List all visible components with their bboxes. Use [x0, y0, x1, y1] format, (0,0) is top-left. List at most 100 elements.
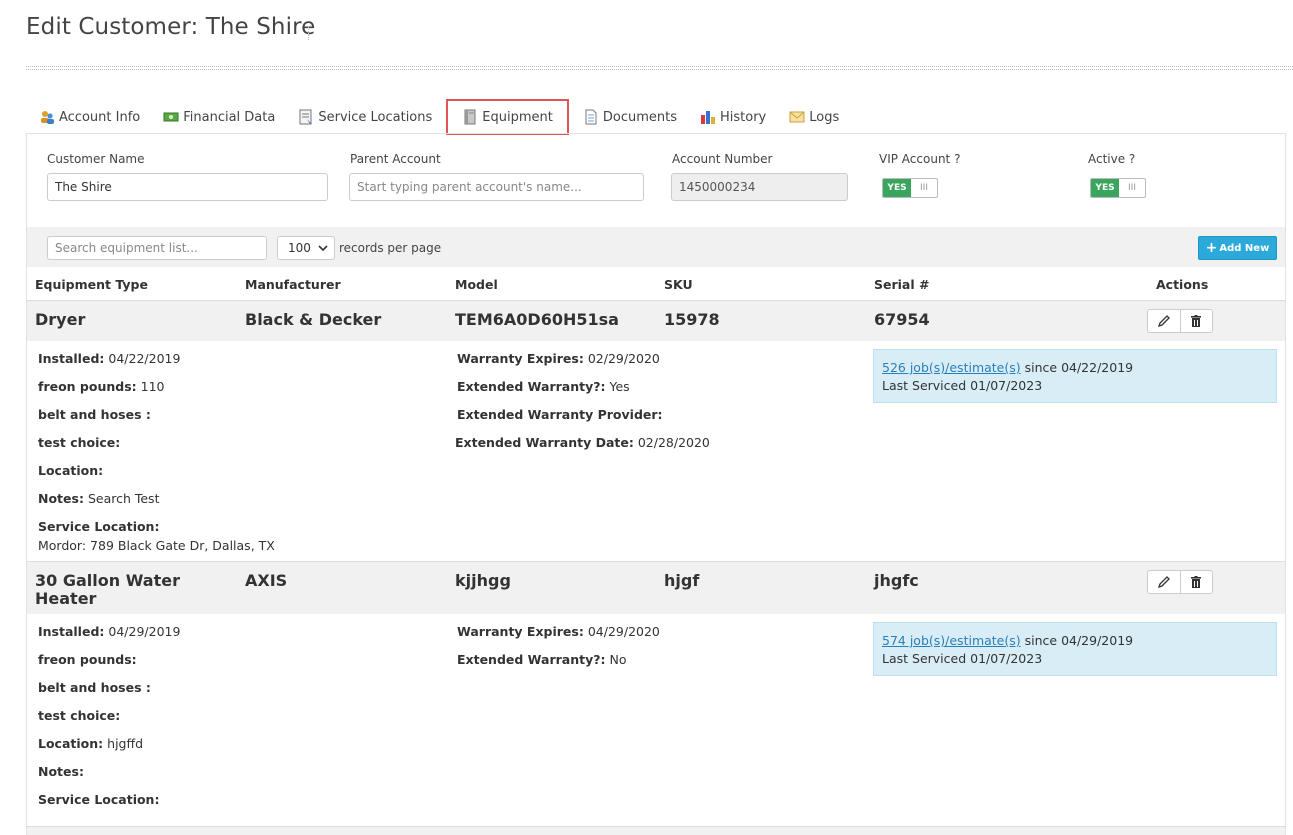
- toggle-handle-icon: III: [1128, 183, 1136, 193]
- account-number-field: [671, 173, 848, 201]
- equipment-sku: hjgf: [664, 571, 700, 590]
- column-header-model: Model: [455, 277, 498, 292]
- equipment-toolbar: 100 records per page + Add New: [27, 227, 1285, 267]
- toggle-on-text: YES: [1091, 179, 1119, 197]
- edit-button[interactable]: [1148, 571, 1180, 593]
- chevron-down-icon: [318, 242, 328, 257]
- tab-label: Equipment: [482, 109, 553, 125]
- tab-history[interactable]: History: [691, 100, 775, 134]
- jobs-since: since 04/29/2019: [1024, 633, 1134, 648]
- detail-extended-warranty-date: Extended Warranty Date: 02/28/2020: [455, 435, 710, 450]
- last-serviced: Last Serviced 01/07/2023: [882, 651, 1043, 666]
- equipment-manufacturer: Black & Decker: [245, 310, 382, 329]
- detail-belt-and-hoses: belt and hoses :: [38, 407, 151, 422]
- tab-account-info[interactable]: Account Info: [30, 100, 149, 134]
- column-header-actions: Actions: [1156, 277, 1209, 292]
- detail-installed: Installed: 04/29/2019: [38, 624, 181, 639]
- column-header-equipment-type: Equipment Type: [35, 277, 148, 292]
- tab-documents[interactable]: Documents: [574, 100, 686, 134]
- tab-equipment[interactable]: Equipment: [446, 99, 569, 135]
- detail-notes: Notes: Search Test: [38, 491, 160, 506]
- detail-service-location: Service Location:: [38, 792, 160, 807]
- tab-service-locations[interactable]: Service Locations: [289, 100, 441, 134]
- detail-installed: Installed: 04/22/2019: [38, 351, 181, 366]
- detail-freon-pounds: freon pounds:: [38, 652, 137, 667]
- tab-label: Account Info: [59, 109, 141, 125]
- detail-test-choice: test choice:: [38, 435, 121, 450]
- equipment-sku: 15978: [664, 310, 720, 329]
- customer-name-label: Customer Name: [47, 152, 145, 166]
- row-actions: [1147, 309, 1213, 333]
- users-icon: [39, 109, 55, 125]
- delete-button[interactable]: [1179, 571, 1213, 593]
- vip-account-label: VIP Account ?: [879, 152, 961, 166]
- book-icon: [462, 109, 478, 125]
- active-toggle[interactable]: YES III: [1090, 178, 1146, 198]
- title-divider: [26, 66, 1293, 70]
- add-new-label: Add New: [1219, 242, 1270, 254]
- jobs-estimates-link[interactable]: 574 job(s)/estimate(s): [882, 633, 1021, 648]
- equipment-model: kjjhgg: [455, 571, 511, 590]
- equipment-serial: 67954: [874, 310, 930, 329]
- bar-chart-icon: [700, 109, 716, 125]
- detail-location: Location: hjgffd: [38, 736, 144, 751]
- detail-belt-and-hoses: belt and hoses :: [38, 680, 151, 695]
- records-per-page-select[interactable]: 100: [277, 236, 335, 260]
- tab-label: Financial Data: [183, 109, 276, 125]
- equipment-row: 30 Gallon Water Heater AXIS kjjhgg hjgf j…: [27, 562, 1285, 614]
- equipment-serial: jhgfc: [874, 571, 919, 590]
- service-location-address: Mordor: 789 Black Gate Dr, Dallas, TX: [38, 538, 275, 553]
- equipment-row: Dryer Black & Decker TEM6A0D60H51sa 1597…: [27, 301, 1285, 341]
- equipment-model: TEM6A0D60H51sa: [455, 310, 619, 329]
- equipment-search-input[interactable]: [47, 236, 267, 260]
- jobs-summary-box: 574 job(s)/estimate(s) since 04/29/2019 …: [873, 622, 1277, 676]
- equipment-type: 30 Gallon Water Heater: [35, 571, 180, 608]
- trash-icon: [1191, 575, 1202, 588]
- next-row-strip: [27, 826, 1285, 835]
- jobs-summary-line: 574 job(s)/estimate(s) since 04/29/2019: [882, 632, 1268, 650]
- add-new-button[interactable]: + Add New: [1198, 236, 1277, 260]
- pencil-icon: [1157, 576, 1170, 589]
- money-icon: [163, 109, 179, 125]
- parent-account-label: Parent Account: [350, 152, 441, 166]
- page-title: Edit Customer: The Shire: [26, 14, 316, 40]
- tab-financial-data[interactable]: Financial Data: [154, 100, 284, 134]
- trash-icon: [1191, 314, 1202, 327]
- column-header-serial: Serial #: [874, 277, 930, 292]
- parent-account-input[interactable]: [349, 173, 644, 201]
- edit-button[interactable]: [1148, 310, 1180, 332]
- active-label: Active ?: [1088, 152, 1136, 166]
- row-actions: [1147, 570, 1213, 594]
- detail-extended-warranty-provider: Extended Warranty Provider:: [457, 407, 663, 422]
- equipment-manufacturer: AXIS: [245, 571, 288, 590]
- records-per-page-label: records per page: [339, 241, 442, 255]
- delete-button[interactable]: [1179, 310, 1213, 332]
- equipment-table-header: Equipment Type Manufacturer Model SKU Se…: [27, 267, 1285, 301]
- pencil-icon: [1157, 315, 1170, 328]
- detail-service-location: Service Location:: [38, 519, 160, 534]
- detail-warranty-expires: Warranty Expires: 04/29/2020: [457, 624, 660, 639]
- tab-label: History: [719, 109, 767, 125]
- envelope-icon: [789, 109, 805, 125]
- tab-logs[interactable]: Logs: [780, 100, 848, 134]
- tab-label: Logs: [809, 109, 840, 125]
- column-header-sku: SKU: [664, 277, 693, 292]
- vip-account-toggle[interactable]: YES III: [882, 178, 938, 198]
- equipment-type: Dryer: [35, 310, 86, 329]
- detail-test-choice: test choice:: [38, 708, 121, 723]
- jobs-summary-box: 526 job(s)/estimate(s) since 04/22/2019 …: [873, 349, 1277, 403]
- jobs-estimates-link[interactable]: 526 job(s)/estimate(s): [882, 360, 1021, 375]
- tab-label: Documents: [602, 109, 677, 125]
- detail-notes: Notes:: [38, 764, 84, 779]
- jobs-since: since 04/22/2019: [1024, 360, 1134, 375]
- column-header-manufacturer: Manufacturer: [245, 277, 341, 292]
- toggle-on-text: YES: [883, 179, 911, 197]
- document-icon: [583, 109, 599, 125]
- customer-name-input[interactable]: [47, 173, 328, 201]
- detail-extended-warranty: Extended Warranty?: No: [457, 652, 627, 667]
- account-number-label: Account Number: [672, 152, 773, 166]
- toggle-handle-icon: III: [920, 183, 928, 193]
- last-serviced: Last Serviced 01/07/2023: [882, 378, 1043, 393]
- detail-freon-pounds: freon pounds: 110: [38, 379, 165, 394]
- tab-label: Service Locations: [318, 109, 433, 125]
